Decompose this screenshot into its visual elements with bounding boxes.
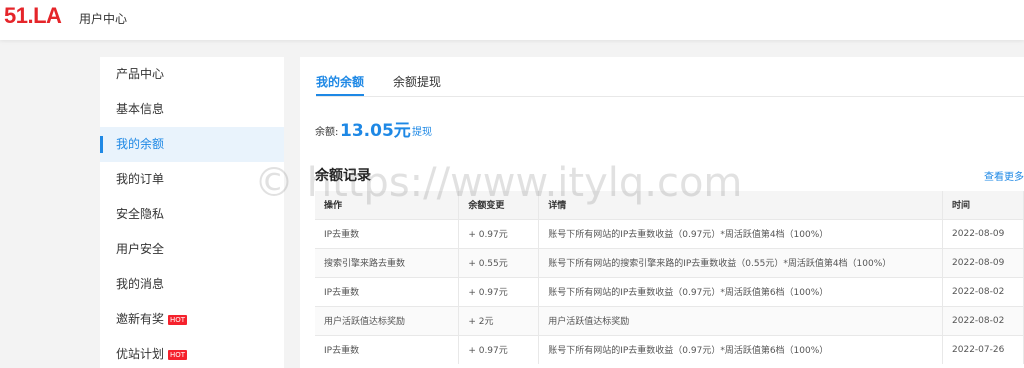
cell-time: 2022-08-02 [942, 276, 1024, 306]
tab-bar: 我的余额 余额提现 [316, 57, 1024, 97]
cell-time: 2022-07-26 [942, 334, 1024, 364]
cell-details: 账号下所有网站的IP去重数收益（0.97元）*周活跃值第4档（100%） [538, 218, 944, 248]
app-subtitle: 用户中心 [79, 12, 128, 26]
column-header-time: 时间 [942, 191, 1024, 219]
cell-change: + 0.55元 [458, 247, 540, 277]
sidebar-item-user-security[interactable]: 用户安全 [100, 232, 284, 267]
sidebar-item-label: 我的消息 [116, 277, 165, 291]
cell-change: + 2元 [458, 305, 540, 335]
column-header-operation: 操作 [315, 191, 460, 219]
hot-badge: HOT [168, 315, 188, 325]
balance-label: 余额: [315, 127, 339, 138]
sidebar-item-my-messages[interactable]: 我的消息 [100, 267, 284, 302]
logo[interactable]: 51.LA [4, 3, 62, 29]
sidebar-item-label: 我的订单 [116, 172, 165, 186]
sidebar-item-basic-info[interactable]: 基本信息 [100, 92, 284, 127]
sidebar-item-label: 用户安全 [116, 242, 165, 256]
table-row: 搜索引擎来路去重数 + 0.55元 账号下所有网站的搜索引擎来路的IP去重数收益… [315, 247, 1024, 277]
sidebar-item-label: 安全隐私 [116, 207, 165, 221]
sidebar-item-label: 邀新有奖 [116, 312, 165, 326]
sidebar: 产品中心 基本信息 我的余额 我的订单 安全隐私 用户安全 我的消息 邀新有奖 H… [100, 57, 284, 368]
balance-records-table: 操作 余额变更 详情 时间 IP去重数 + 0.97元 账号下所有网站的IP去重… [315, 191, 1024, 364]
tab-balance-withdraw[interactable]: 余额提现 [393, 73, 441, 90]
balance-amount: 13.05元 [340, 121, 411, 141]
table-header-row: 操作 余额变更 详情 时间 [315, 191, 1024, 219]
sidebar-item-invite-rewards[interactable]: 邀新有奖 HOT [100, 302, 284, 337]
cell-details: 账号下所有网站的IP去重数收益（0.97元）*周活跃值第6档（100%） [538, 276, 944, 306]
cell-time: 2022-08-09 [942, 247, 1024, 277]
cell-time: 2022-08-09 [942, 218, 1024, 248]
tab-my-balance[interactable]: 我的余额 [316, 73, 365, 96]
records-title: 余额记录 [315, 168, 371, 184]
withdraw-link[interactable]: 提现 [412, 123, 432, 138]
column-header-change: 余额变更 [458, 191, 540, 219]
table-row: IP去重数 + 0.97元 账号下所有网站的IP去重数收益（0.97元）*周活跃… [315, 334, 1024, 364]
top-bar: 51.LA 用户中心 [0, 0, 1024, 40]
sidebar-item-my-balance[interactable]: 我的余额 [100, 127, 284, 162]
sidebar-item-site-program[interactable]: 优站计划 HOT [100, 337, 284, 368]
table-row: IP去重数 + 0.97元 账号下所有网站的IP去重数收益（0.97元）*周活跃… [315, 276, 1024, 306]
view-more-link[interactable]: 查看更多 [984, 168, 1024, 183]
cell-details: 用户活跃值达标奖励 [538, 305, 944, 335]
main-panel: 我的余额 余额提现 余额: 13.05元 提现 余额记录 查看更多 操作 余额变… [300, 57, 1024, 368]
sidebar-item-security-privacy[interactable]: 安全隐私 [100, 197, 284, 232]
cell-change: + 0.97元 [458, 218, 540, 248]
cell-operation: 搜索引擎来路去重数 [315, 247, 460, 277]
cell-time: 2022-08-02 [942, 305, 1024, 335]
sidebar-item-label: 基本信息 [116, 102, 165, 116]
column-header-details: 详情 [538, 191, 944, 219]
cell-operation: IP去重数 [315, 334, 460, 364]
sidebar-item-my-orders[interactable]: 我的订单 [100, 162, 284, 197]
sidebar-item-product-center[interactable]: 产品中心 [100, 57, 284, 92]
cell-operation: IP去重数 [315, 276, 460, 306]
sidebar-item-label: 产品中心 [116, 67, 165, 81]
table-row: IP去重数 + 0.97元 账号下所有网站的IP去重数收益（0.97元）*周活跃… [315, 218, 1024, 248]
cell-operation: 用户活跃值达标奖励 [315, 305, 460, 335]
cell-change: + 0.97元 [458, 334, 540, 364]
sidebar-item-label: 我的余额 [116, 137, 165, 151]
hot-badge: HOT [168, 350, 188, 360]
cell-details: 账号下所有网站的IP去重数收益（0.97元）*周活跃值第6档（100%） [538, 334, 944, 364]
table-row: 用户活跃值达标奖励 + 2元 用户活跃值达标奖励 2022-08-02 [315, 305, 1024, 335]
cell-operation: IP去重数 [315, 218, 460, 248]
cell-change: + 0.97元 [458, 276, 540, 306]
cell-details: 账号下所有网站的搜索引擎来路的IP去重数收益（0.55元）*周活跃值第4档（10… [538, 247, 944, 277]
sidebar-item-label: 优站计划 [116, 347, 165, 361]
